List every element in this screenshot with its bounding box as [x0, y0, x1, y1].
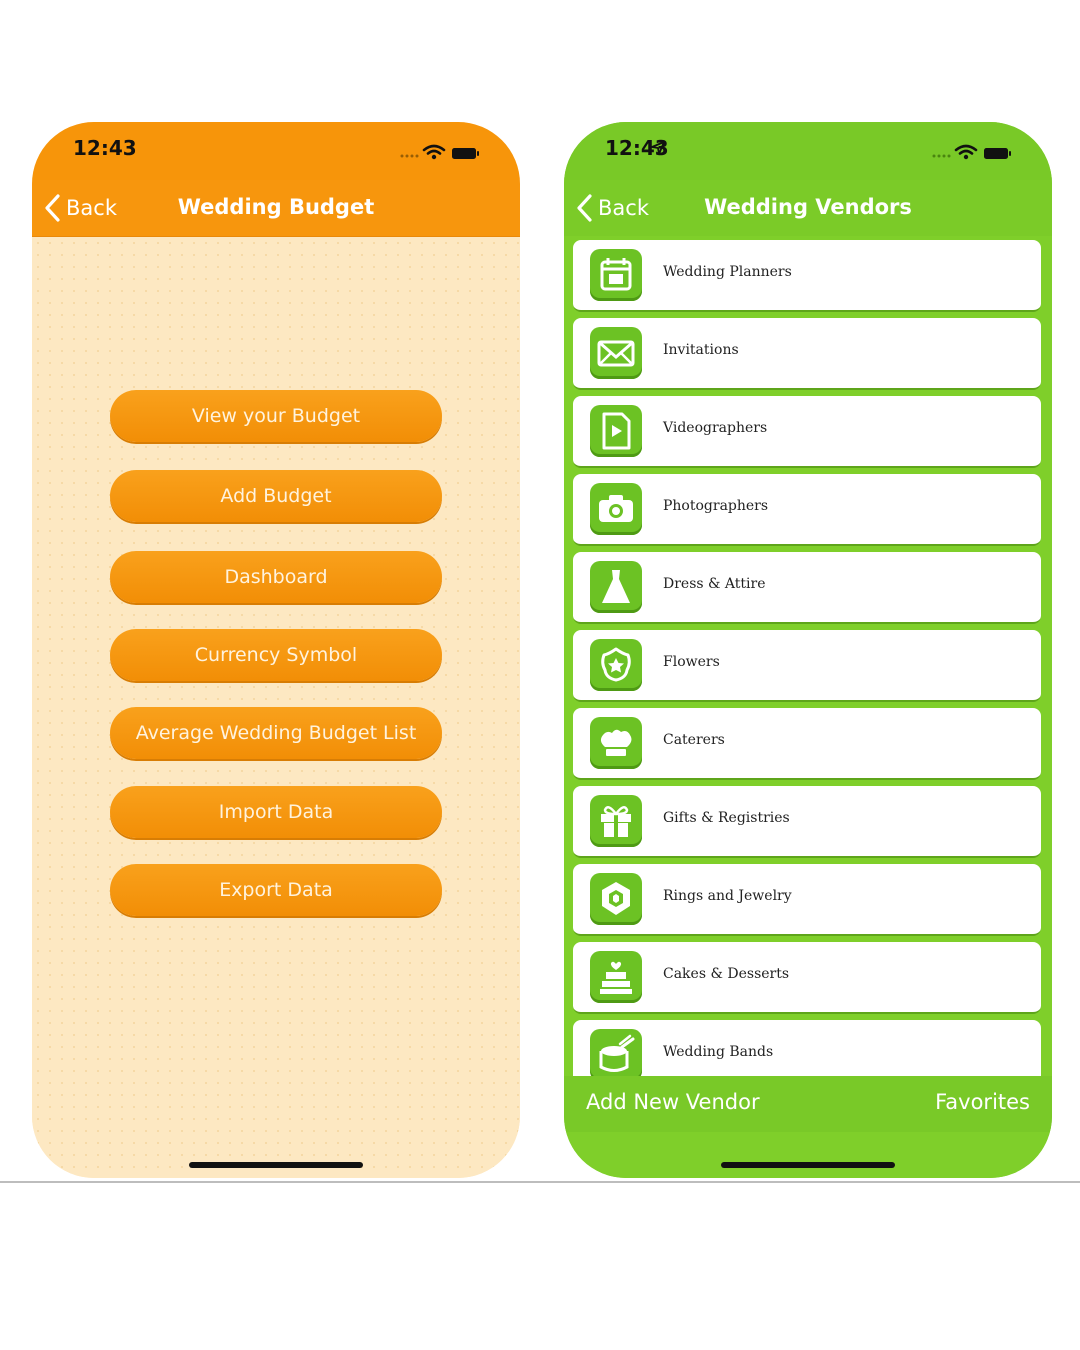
- vendor-row-wedding-planners[interactable]: Wedding Planners: [573, 240, 1041, 312]
- page-title: Wedding Vendors: [704, 195, 912, 219]
- chef-hat-icon: [590, 717, 642, 769]
- vendor-list: Wedding Planners Invitations Videographe…: [564, 238, 1052, 1076]
- vendor-row-dress-attire[interactable]: Dress & Attire: [573, 552, 1041, 624]
- add-budget-button[interactable]: Add Budget: [110, 470, 442, 522]
- battery-icon: [452, 148, 479, 159]
- vendor-row-rings-jewelry[interactable]: Rings and Jewelry: [573, 864, 1041, 936]
- wifi-icon: [422, 144, 446, 155]
- dress-icon: [590, 561, 642, 613]
- wedding-budget-screen: 12:43 Back Wedding Budget View your Budg…: [32, 122, 520, 1178]
- vendor-label: Wedding Planners: [663, 264, 792, 280]
- favorites-button[interactable]: Favorites: [935, 1090, 1030, 1114]
- wedding-vendors-screen: 12:43 Back Wedding Vendors Wedding Plann…: [564, 122, 1052, 1178]
- vendor-label: Flowers: [663, 654, 720, 670]
- home-indicator[interactable]: [189, 1162, 363, 1168]
- add-new-vendor-button[interactable]: Add New Vendor: [586, 1090, 760, 1114]
- import-data-button[interactable]: Import Data: [110, 786, 442, 838]
- vendor-label: Gifts & Registries: [663, 810, 790, 826]
- vendor-label: Photographers: [663, 498, 769, 514]
- view-budget-button[interactable]: View your Budget: [110, 390, 442, 442]
- vendor-label: Videographers: [663, 420, 768, 436]
- status-icons: [400, 144, 479, 160]
- vendor-row-wedding-bands[interactable]: Wedding Bands: [573, 1020, 1041, 1076]
- vendor-row-cakes-desserts[interactable]: Cakes & Desserts: [573, 942, 1041, 1014]
- average-budget-list-button[interactable]: Average Wedding Budget List: [110, 707, 442, 759]
- signal-icon: [932, 154, 951, 158]
- status-bar: 12:43: [32, 122, 520, 180]
- gift-icon: [590, 795, 642, 847]
- vendor-label: Wedding Bands: [663, 1044, 774, 1060]
- battery-icon: [984, 148, 1011, 159]
- dashboard-button[interactable]: Dashboard: [110, 551, 442, 603]
- camera-icon: [590, 483, 642, 535]
- vendor-label: Rings and Jewelry: [663, 888, 792, 904]
- page-title: Wedding Budget: [177, 195, 375, 219]
- drum-icon: [590, 1029, 642, 1076]
- nav-bar: Back Wedding Vendors: [564, 180, 1052, 236]
- gem-icon: [590, 873, 642, 925]
- status-time: 12:43: [73, 136, 137, 160]
- vendor-label: Invitations: [663, 342, 739, 358]
- cake-icon: [590, 951, 642, 1003]
- status-bar: 12:43: [564, 122, 1052, 180]
- vendor-row-photographers[interactable]: Photographers: [573, 474, 1041, 546]
- vendor-row-flowers[interactable]: Flowers: [573, 630, 1041, 702]
- location-arrow-icon: [651, 141, 665, 155]
- home-indicator[interactable]: [721, 1162, 895, 1168]
- status-icons: [932, 144, 1011, 160]
- vendor-row-videographers[interactable]: Videographers: [573, 396, 1041, 468]
- budget-menu: View your Budget Add Budget Dashboard Cu…: [32, 237, 520, 1178]
- vendor-row-invitations[interactable]: Invitations: [573, 318, 1041, 390]
- vendor-row-gifts-registries[interactable]: Gifts & Registries: [573, 786, 1041, 858]
- vendor-row-caterers[interactable]: Caterers: [573, 708, 1041, 780]
- calendar-icon: [590, 249, 642, 301]
- vendor-label: Cakes & Desserts: [663, 966, 790, 982]
- bottom-toolbar: Add New Vendor Favorites: [564, 1076, 1052, 1132]
- export-data-button[interactable]: Export Data: [110, 864, 442, 916]
- home-area: [564, 1132, 1052, 1178]
- signal-icon: [400, 154, 419, 158]
- page-divider: [0, 1181, 1080, 1183]
- video-file-icon: [590, 405, 642, 457]
- wifi-icon: [954, 144, 978, 155]
- currency-symbol-button[interactable]: Currency Symbol: [110, 629, 442, 681]
- vendor-label: Dress & Attire: [663, 576, 766, 592]
- nav-bar: Back Wedding Budget: [32, 180, 520, 237]
- vendor-label: Caterers: [663, 732, 725, 748]
- envelope-icon: [590, 327, 642, 379]
- flower-icon: [590, 639, 642, 691]
